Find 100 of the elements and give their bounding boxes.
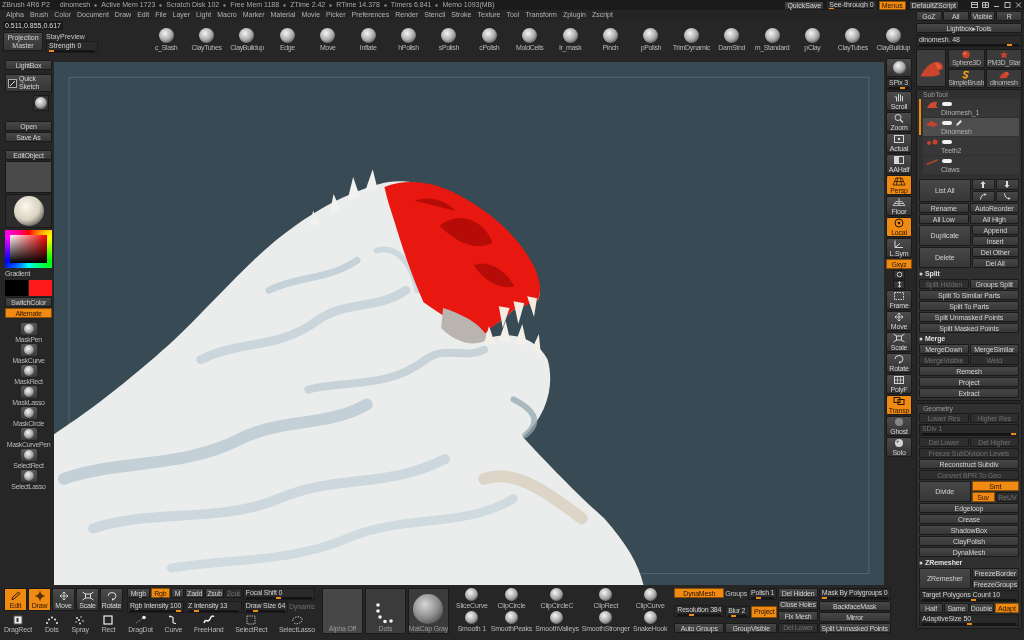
visibility-toggle[interactable] (942, 140, 952, 144)
render-button[interactable] (886, 58, 912, 77)
mask-sphere-icon (23, 324, 34, 334)
brush-sphere-icon (481, 28, 497, 43)
maximize-icon[interactable] (1004, 2, 1011, 8)
mask-sphere-icon (23, 450, 34, 460)
pencil-icon (8, 590, 23, 601)
grid-icon[interactable] (982, 2, 989, 8)
visibility-toggle[interactable] (942, 159, 952, 163)
sphere-icon (960, 50, 973, 59)
dotted-arc-icon (43, 615, 60, 625)
bullet-icon (435, 3, 439, 7)
brush-sphere-icon (504, 611, 518, 624)
half-square-icon (892, 155, 906, 165)
grid-icon (892, 176, 906, 186)
reorder-button[interactable] (995, 179, 1019, 190)
curved-arrow-icon (979, 192, 988, 201)
brush-sphere-icon (199, 28, 215, 43)
ring-icon (895, 271, 903, 278)
brush-sphere-icon (643, 611, 657, 624)
pencil-icon (955, 119, 963, 127)
small-toggle-button[interactable] (893, 270, 905, 279)
four-arrows-icon (892, 312, 906, 322)
reorder-button[interactable] (971, 179, 995, 190)
sculpt-canvas[interactable] (54, 62, 884, 585)
down-arrow-icon (1003, 180, 1012, 189)
brush-sphere-icon (643, 28, 659, 43)
visibility-toggle[interactable] (942, 121, 952, 125)
reorder-button[interactable] (971, 191, 995, 202)
slider-thumb[interactable] (731, 614, 736, 617)
floor-grid-icon (892, 197, 906, 207)
color-picker[interactable] (5, 230, 52, 268)
bullet-icon (283, 3, 287, 7)
color-swatch[interactable] (5, 280, 28, 296)
bullet-icon (919, 560, 923, 565)
hand-icon (892, 92, 906, 102)
model-thumbnail-icon (925, 100, 939, 108)
brush-sphere-icon (764, 28, 780, 43)
magnifier-icon (892, 113, 906, 123)
close-icon[interactable] (1015, 2, 1022, 8)
brush-sphere-icon (643, 588, 657, 601)
faded-sphere-icon (892, 417, 906, 427)
brush-sphere-icon (465, 588, 479, 601)
mask-sphere-icon (23, 366, 34, 376)
model-thumbnail-icon (925, 119, 939, 127)
bullet-icon (383, 3, 387, 7)
list-scrollbar[interactable] (919, 99, 921, 135)
sketch-pad-icon (8, 78, 17, 88)
slider-thumb[interactable] (49, 50, 54, 53)
bullet-icon (919, 336, 923, 341)
dashed-frame-icon (892, 291, 906, 301)
bullet-icon (159, 3, 163, 7)
brush-sphere-icon (599, 611, 613, 624)
brush-sphere-icon (504, 588, 518, 601)
mask-sphere-icon (23, 387, 34, 397)
color-swatch[interactable] (29, 280, 52, 296)
sphere-icon (892, 438, 906, 448)
mask-sphere-icon (23, 408, 34, 418)
up-arrow-icon (979, 180, 988, 189)
brush-sphere-icon (599, 588, 613, 601)
sphere-tool-button[interactable] (33, 95, 49, 111)
slider-thumb[interactable] (689, 613, 694, 616)
small-toggle-button[interactable] (893, 280, 905, 289)
material-sphere-icon (13, 196, 44, 226)
active-tool-button[interactable] (916, 49, 946, 87)
brush-sphere-icon (465, 611, 479, 624)
bullet-icon (94, 3, 98, 7)
brush-sphere-icon (885, 28, 901, 43)
bullet-icon (329, 3, 333, 7)
material-button[interactable] (5, 194, 52, 228)
brush-sphere-icon (239, 28, 255, 43)
brush-sphere-icon (562, 28, 578, 43)
bullet-icon (919, 271, 923, 276)
model-thumbnail-icon (925, 157, 939, 165)
drag-rect-icon (10, 615, 26, 625)
rotate-arrow-icon (104, 590, 119, 601)
brush-sphere-icon (550, 611, 564, 624)
layout-icon[interactable] (971, 2, 978, 8)
mask-sphere-icon (23, 345, 34, 355)
rotate-arrow-icon (892, 354, 906, 364)
mask-sphere-icon (23, 429, 34, 439)
reorder-button[interactable] (995, 191, 1019, 202)
brush-sphere-icon (360, 28, 376, 43)
brush-sphere-icon (279, 28, 295, 43)
model-thumbnail-icon (925, 138, 939, 146)
visibility-toggle[interactable] (942, 102, 952, 106)
brush-sphere-icon (320, 28, 336, 43)
brush-sphere-icon (441, 28, 457, 43)
sphere-icon (892, 61, 906, 74)
matcap-sphere-icon (413, 594, 444, 624)
sphere-dot-icon (892, 218, 906, 228)
scale-arrows-icon (80, 590, 95, 601)
brush-sphere-icon (603, 28, 618, 43)
mesh-grid-icon (892, 375, 906, 385)
curved-arrow-icon (1003, 192, 1012, 201)
brush-sphere-icon (845, 28, 861, 43)
brush-sphere-icon (522, 28, 538, 43)
overlapping-squares-icon (892, 396, 906, 406)
bullet-icon (223, 3, 227, 7)
scale-arrows-icon (892, 333, 906, 343)
